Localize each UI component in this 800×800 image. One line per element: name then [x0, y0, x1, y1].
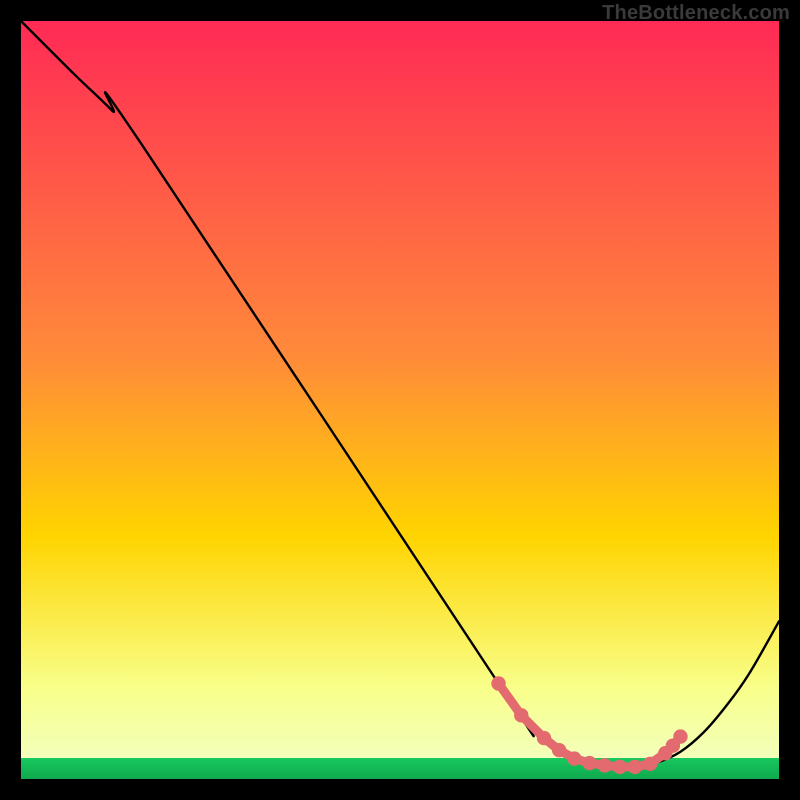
valley-dot — [582, 756, 596, 770]
valley-dot — [552, 743, 566, 757]
chart-frame: TheBottleneck.com — [0, 0, 800, 800]
valley-dot — [613, 760, 627, 774]
valley-dot — [537, 731, 551, 745]
valley-dot — [673, 729, 687, 743]
chart-svg — [21, 21, 779, 779]
valley-dot — [643, 757, 657, 771]
watermark-text: TheBottleneck.com — [602, 2, 790, 25]
valley-dot — [628, 760, 642, 774]
valley-dot — [514, 708, 528, 722]
valley-dot — [491, 676, 505, 690]
valley-dot — [567, 751, 581, 765]
plot-area — [21, 21, 779, 779]
valley-dot — [597, 758, 611, 772]
